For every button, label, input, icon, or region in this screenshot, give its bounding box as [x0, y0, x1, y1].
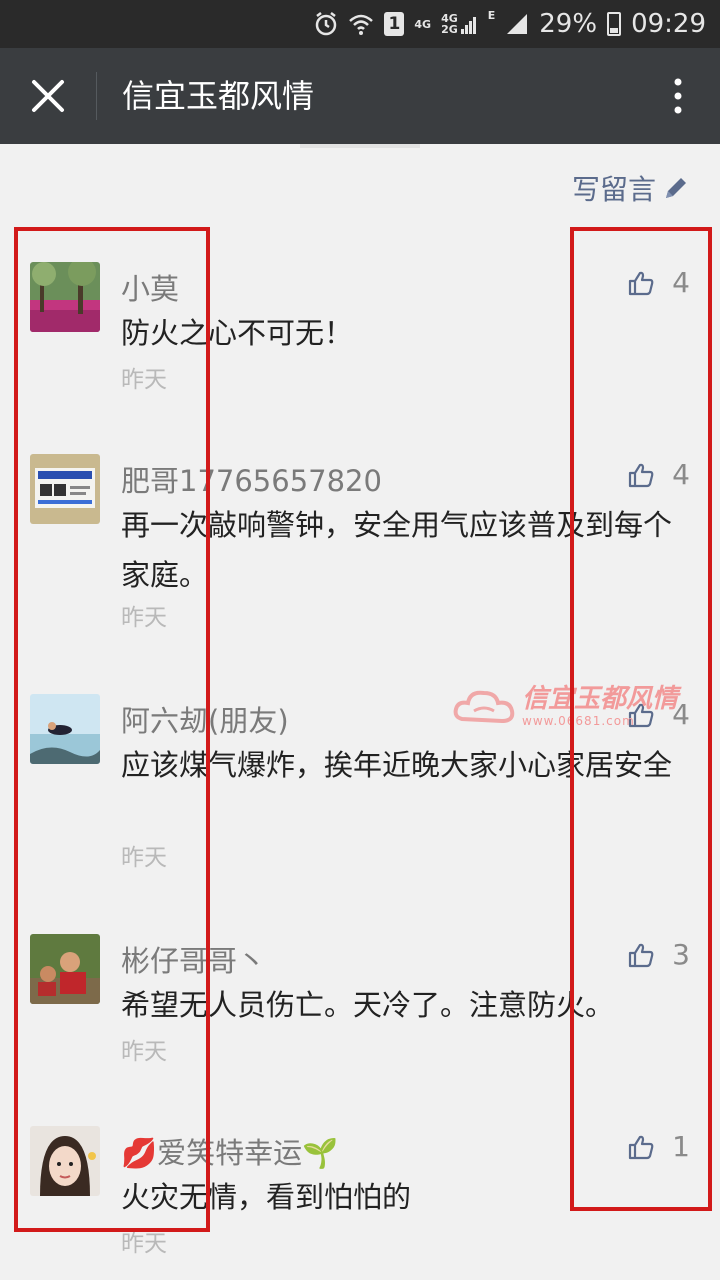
- thumbs-up-icon: [629, 943, 654, 967]
- header-divider: [96, 72, 97, 120]
- title-bar: 信宜玉都风情: [0, 48, 720, 144]
- avatar[interactable]: [30, 262, 100, 332]
- signal-bars-icon: [460, 17, 476, 34]
- commenter-name: 💋爱笑特幸运🌱: [121, 1136, 339, 1170]
- write-comment-label: 写留言: [571, 173, 656, 206]
- network-e-label: E: [487, 9, 496, 22]
- thumbs-up-icon: [629, 1135, 654, 1159]
- comment-text: 火灾无情，看到怕怕的: [121, 1180, 412, 1214]
- cellular-signal-icon: [507, 14, 528, 34]
- dual-network-indicator: 4G 2G: [441, 13, 478, 35]
- clock: 09:29: [631, 9, 706, 39]
- cloud-logo-icon: [453, 690, 515, 724]
- thumbs-up-icon: [629, 271, 654, 295]
- comment-time: 昨天: [121, 845, 167, 871]
- commenter-name: 彬仔哥哥丶: [121, 944, 267, 978]
- comment-text: 应该煤气爆炸，挨年近晚大家小心家居安全: [121, 748, 673, 782]
- status-bar: 1 4G 4G 2G E 29% 09:29: [0, 0, 720, 48]
- comment-time: 昨天: [121, 605, 167, 631]
- status-icons: 1 4G 4G 2G E 29% 09:29: [314, 0, 706, 48]
- comment-text: 防火之心不可无！: [121, 316, 354, 350]
- more-options-button[interactable]: [666, 74, 690, 118]
- network-2g-label: 2G: [441, 23, 458, 36]
- like-button[interactable]: 4: [628, 698, 690, 731]
- like-button[interactable]: 3: [628, 938, 690, 971]
- comment-time: 昨天: [121, 1231, 167, 1257]
- wifi-icon: [349, 14, 374, 35]
- like-count: 4: [672, 266, 690, 299]
- avatar[interactable]: [30, 934, 100, 1004]
- like-button[interactable]: 1: [628, 1130, 690, 1163]
- like-button[interactable]: 4: [628, 458, 690, 491]
- close-button[interactable]: [26, 74, 70, 118]
- battery-icon: [607, 12, 622, 36]
- avatar[interactable]: [30, 1126, 100, 1196]
- commenter-name: 阿六刼(朋友): [121, 704, 289, 738]
- comment-text: 希望无人员伤亡。天冷了。注意防火。: [121, 988, 615, 1022]
- avatar[interactable]: [30, 454, 100, 524]
- like-button[interactable]: 4: [628, 266, 690, 299]
- thumbs-up-icon: [629, 463, 654, 487]
- like-count: 3: [672, 938, 690, 971]
- like-count: 1: [672, 1130, 690, 1163]
- pencil-icon: [666, 178, 686, 198]
- sim-indicator: 1: [384, 12, 405, 36]
- commenter-name: 小莫: [121, 272, 180, 306]
- network-4g-label: 4G: [414, 17, 432, 31]
- comment-text: 再一次敲响警钟，安全用气应该普及到每个家庭。: [121, 508, 673, 592]
- battery-percent: 29%: [539, 9, 598, 39]
- page-title: 信宜玉都风情: [122, 77, 315, 115]
- comment-time: 昨天: [121, 1039, 167, 1065]
- thumbs-up-icon: [629, 703, 654, 727]
- comment-time: 昨天: [121, 367, 167, 393]
- like-count: 4: [672, 698, 690, 731]
- clipped-content-edge: [300, 144, 420, 148]
- avatar[interactable]: [30, 694, 100, 764]
- like-count: 4: [672, 458, 690, 491]
- alarm-icon: [316, 12, 337, 36]
- write-comment-link[interactable]: 写留言: [572, 168, 690, 208]
- commenter-name: 肥哥17765657820: [121, 464, 382, 498]
